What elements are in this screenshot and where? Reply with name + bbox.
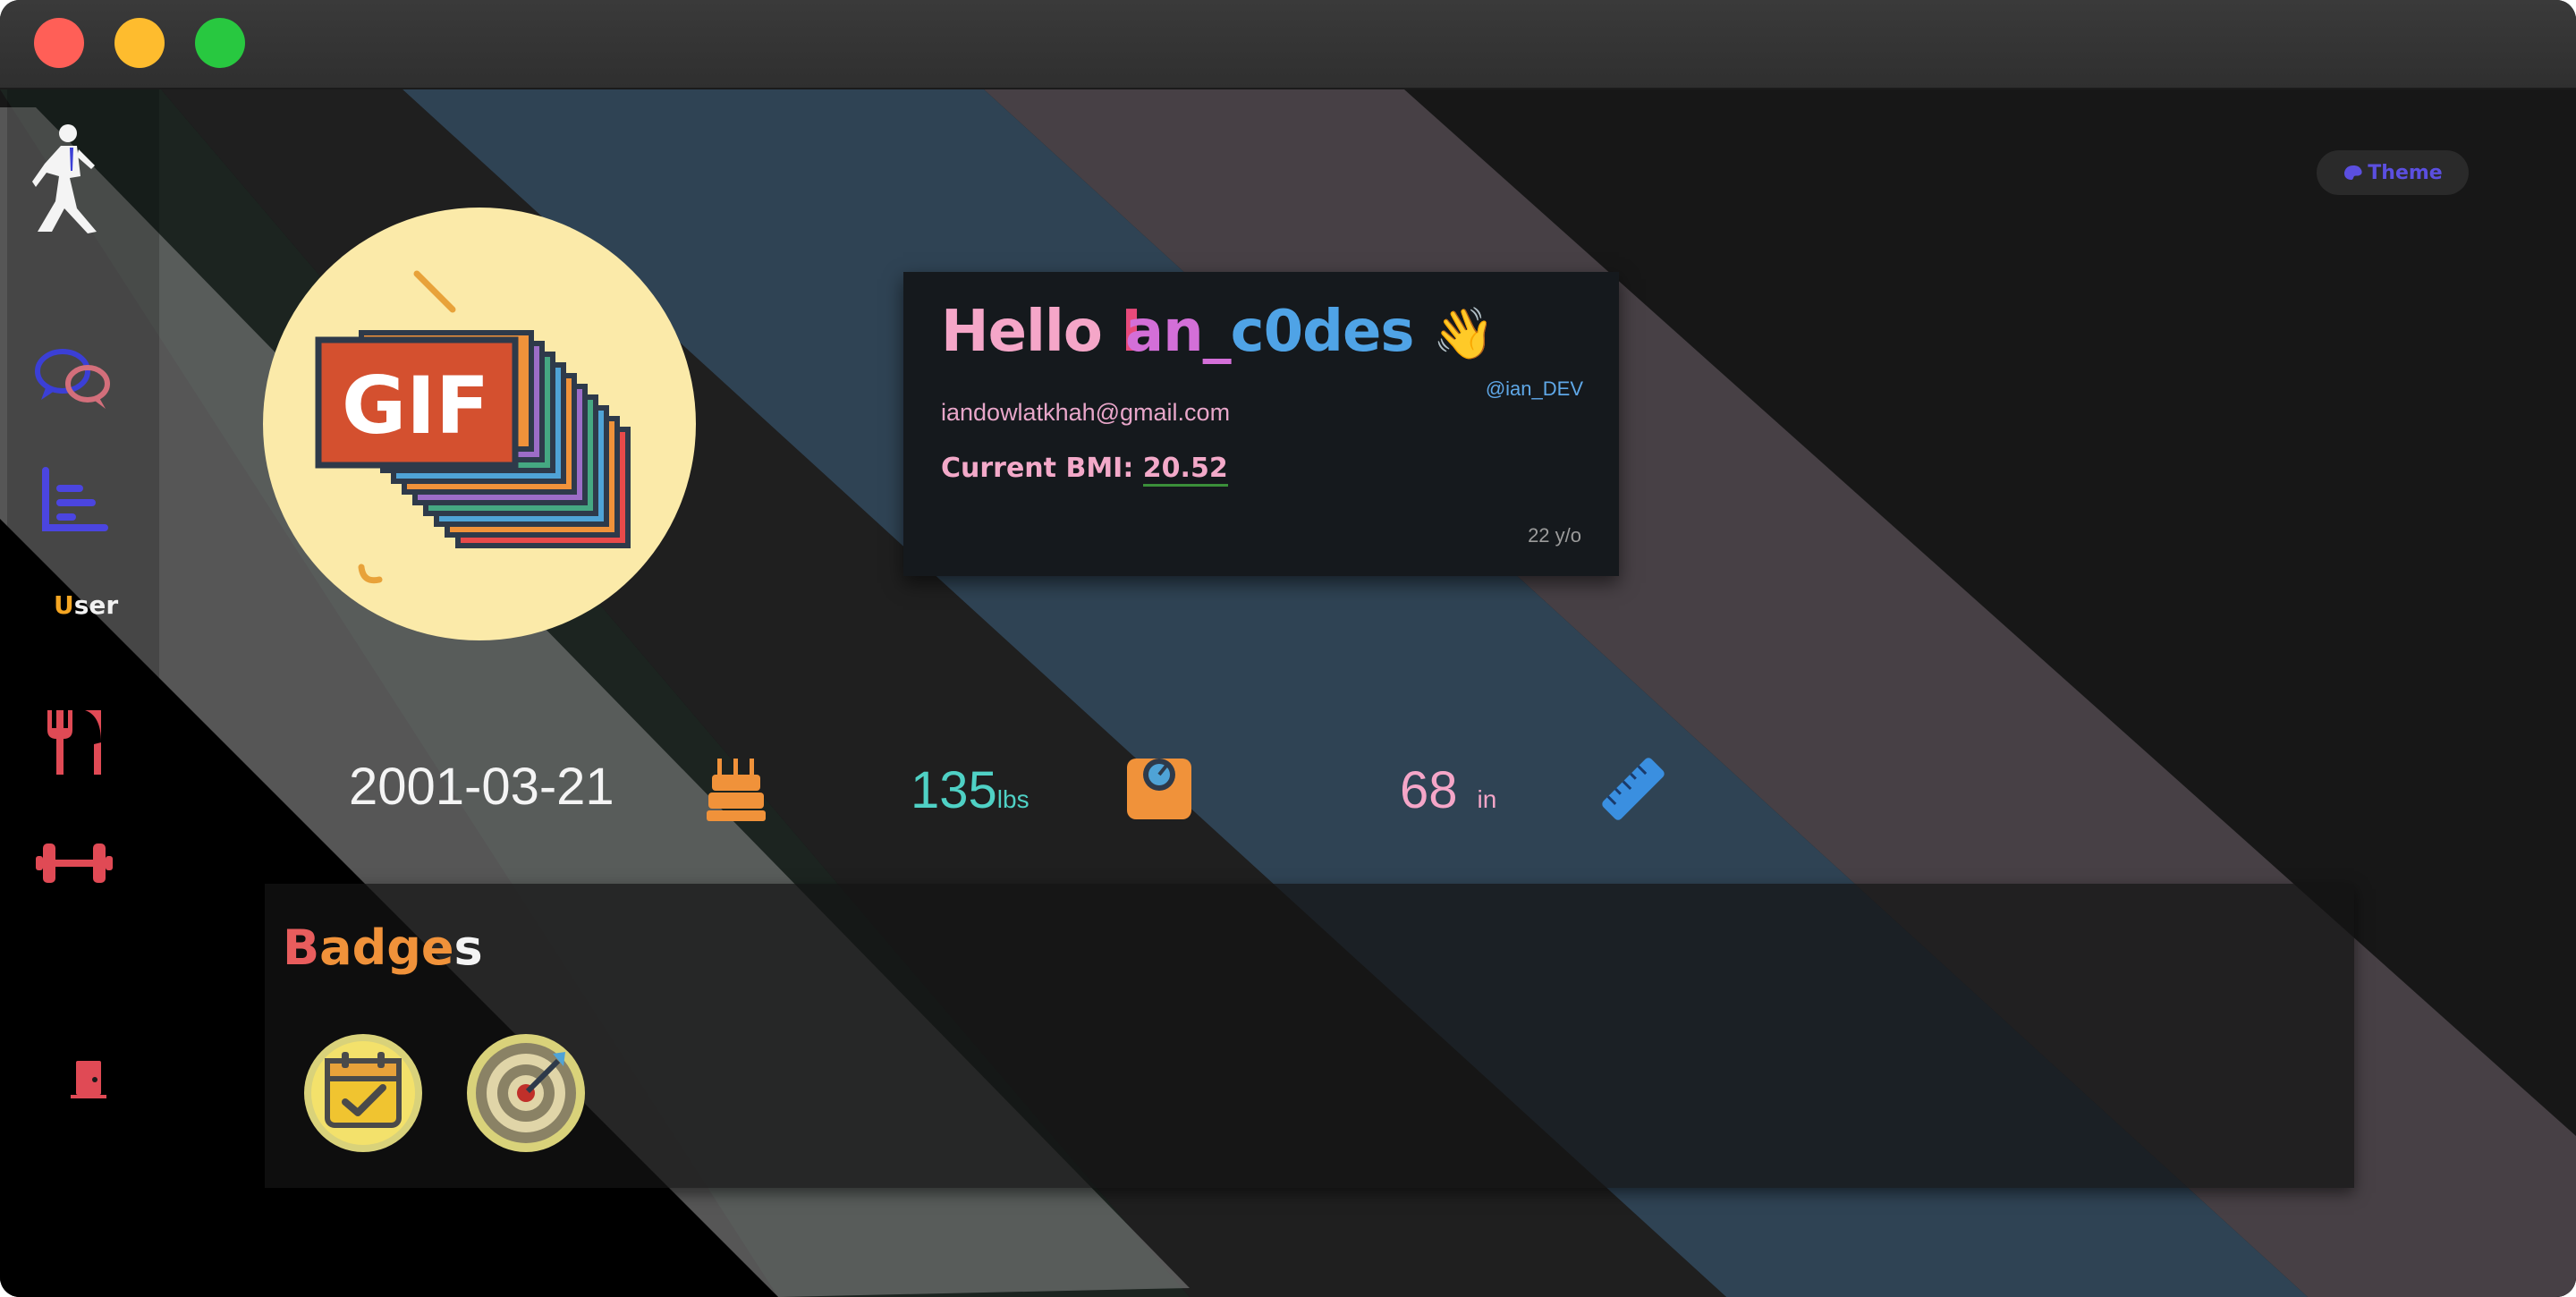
weight-stat: 135lbs (911, 760, 1030, 820)
minimize-window-button[interactable] (114, 18, 165, 68)
height-value: 68 (1400, 761, 1458, 819)
palette-icon (2344, 165, 2362, 180)
sidebar-item-workout[interactable] (25, 823, 123, 903)
calendar-check-badge[interactable] (302, 1032, 424, 1154)
birthday-cake-icon (707, 755, 766, 827)
avatar[interactable]: GIF (263, 208, 696, 640)
running-person-icon (32, 124, 97, 233)
fork-knife-icon (47, 710, 101, 775)
theme-button-label: Theme (2368, 161, 2443, 184)
target-icon (467, 1034, 585, 1152)
height-unit: in (1477, 785, 1497, 813)
maximize-window-button[interactable] (195, 18, 245, 68)
greeting-heading: Hello Ian_c0des 👋 (941, 299, 1496, 365)
logo-nav[interactable] (16, 116, 114, 242)
sidebar-item-stats[interactable] (25, 456, 123, 546)
calendar-check-icon (304, 1034, 422, 1152)
sidebar-item-food[interactable] (25, 698, 123, 787)
badges-panel: Badges (265, 884, 2354, 1188)
app-window: User Theme GIF Hello Ian_c0des 👋 @ian_DE… (0, 0, 2576, 1297)
door-icon (71, 1061, 106, 1098)
chat-bubbles-icon (35, 349, 110, 409)
weight-value: 135 (911, 761, 997, 819)
dumbbell-icon (36, 843, 113, 883)
current-bmi: Current BMI: 20.52 (941, 453, 1228, 487)
title-bar (0, 0, 2576, 89)
avatar-gif-label: GIF (342, 360, 490, 452)
profile-card: Hello Ian_c0des 👋 @ian_DEV iandowlatkhah… (903, 272, 1619, 576)
close-window-button[interactable] (34, 18, 84, 68)
sidebar-item-logout[interactable] (47, 1038, 128, 1118)
weight-unit: lbs (996, 785, 1030, 813)
sidebar-item-user[interactable]: User (54, 590, 118, 620)
user-handle: @ian_DEV (1485, 377, 1583, 400)
ruler-icon (1597, 753, 1669, 829)
bmi-value: 20.52 (1142, 453, 1228, 487)
sidebar-item-chat[interactable] (25, 340, 123, 420)
user-email: iandowlatkhah@gmail.com (941, 399, 1231, 426)
sidebar: User (7, 89, 159, 1297)
target-badge[interactable] (465, 1032, 587, 1154)
badges-title: Badges (283, 920, 483, 976)
bar-chart-icon (42, 467, 108, 531)
height-stat: 68 in (1400, 760, 1496, 820)
user-age: 22 y/o (1528, 524, 1581, 547)
main-content: User Theme GIF Hello Ian_c0des 👋 @ian_DE… (0, 89, 2576, 1297)
wave-icon: 👋 (1432, 305, 1496, 363)
date-of-birth: 2001-03-21 (349, 758, 614, 816)
theme-button[interactable]: Theme (2317, 150, 2469, 195)
scale-icon (1125, 753, 1193, 826)
